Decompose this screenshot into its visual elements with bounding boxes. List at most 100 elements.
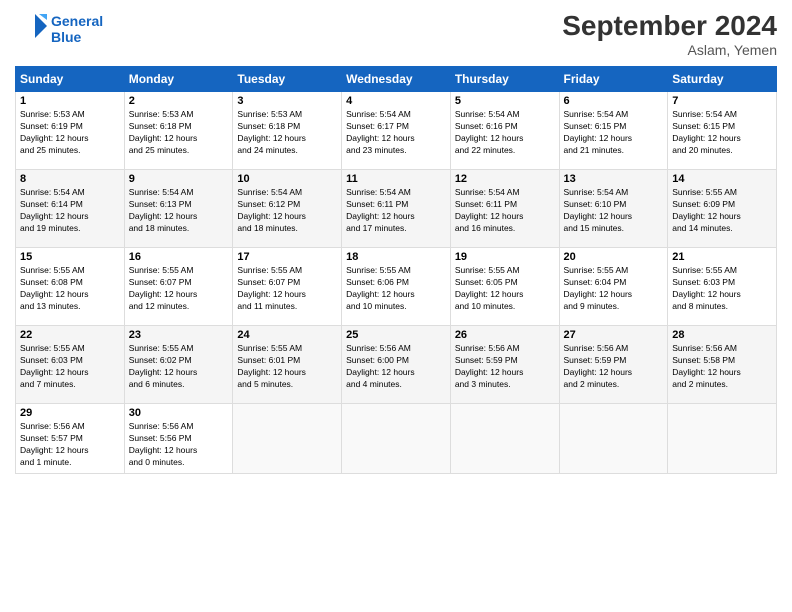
day-number: 25 xyxy=(346,329,446,341)
cell-line: and 0 minutes. xyxy=(129,457,229,469)
cell-line: Daylight: 12 hours xyxy=(129,211,229,223)
calendar-cell: 5 Sunrise: 5:54 AMSunset: 6:16 PMDaylight… xyxy=(450,92,559,170)
cell-content: Sunrise: 5:56 AMSunset: 5:58 PMDaylight:… xyxy=(672,343,772,391)
calendar-cell: 7Sunrise: 5:54 AMSunset: 6:15 PMDaylight… xyxy=(668,92,777,170)
cell-content: Sunrise: 5:56 AMSunset: 5:59 PMDaylight:… xyxy=(564,343,664,391)
calendar-cell: 1Sunrise: 5:53 AMSunset: 6:19 PMDaylight… xyxy=(16,92,125,170)
cell-line: and 2 minutes. xyxy=(564,379,664,391)
cell-content: Sunrise: 5:55 AMSunset: 6:01 PMDaylight:… xyxy=(237,343,337,391)
day-number: 23 xyxy=(129,329,229,341)
cell-line: Sunrise: 5:55 AM xyxy=(20,265,120,277)
cell-line: Sunset: 6:00 PM xyxy=(346,355,446,367)
cell-line: Daylight: 12 hours xyxy=(455,289,555,301)
cell-line: Sunset: 6:04 PM xyxy=(564,277,664,289)
cell-line: Daylight: 12 hours xyxy=(672,211,772,223)
cell-line: Sunrise: 5:55 AM xyxy=(129,343,229,355)
cell-content: Sunrise: 5:56 AMSunset: 5:57 PMDaylight:… xyxy=(20,421,120,469)
cell-line: Sunrise: 5:56 AM xyxy=(346,343,446,355)
cell-line: Daylight: 12 hours xyxy=(129,133,229,145)
cell-line: Sunrise: 5:55 AM xyxy=(455,265,555,277)
cell-line: Daylight: 12 hours xyxy=(564,367,664,379)
cell-line: Sunrise: 5:55 AM xyxy=(672,265,772,277)
cell-line: Daylight: 12 hours xyxy=(20,133,120,145)
cell-content: Sunrise: 5:54 AMSunset: 6:17 PMDaylight:… xyxy=(346,109,446,157)
cell-content: Sunrise: 5:56 AMSunset: 5:59 PMDaylight:… xyxy=(455,343,555,391)
logo-text-line1: General xyxy=(51,13,103,29)
calendar-cell: 13Sunrise: 5:54 AMSunset: 6:10 PMDayligh… xyxy=(559,170,668,248)
cell-line: and 22 minutes. xyxy=(455,145,555,157)
calendar-cell: 20Sunrise: 5:55 AMSunset: 6:04 PMDayligh… xyxy=(559,248,668,326)
cell-line: Sunset: 5:56 PM xyxy=(129,433,229,445)
calendar-cell: 22Sunrise: 5:55 AMSunset: 6:03 PMDayligh… xyxy=(16,326,125,404)
calendar-cell: 19Sunrise: 5:55 AMSunset: 6:05 PMDayligh… xyxy=(450,248,559,326)
cell-line: Sunset: 6:09 PM xyxy=(672,199,772,211)
cell-line: Daylight: 12 hours xyxy=(346,211,446,223)
cell-content: Sunrise: 5:56 AMSunset: 6:00 PMDaylight:… xyxy=(346,343,446,391)
cell-line: Sunrise: 5:53 AM xyxy=(129,109,229,121)
calendar-cell: 8Sunrise: 5:54 AMSunset: 6:14 PMDaylight… xyxy=(16,170,125,248)
cell-line: Daylight: 12 hours xyxy=(237,211,337,223)
cell-line: Daylight: 12 hours xyxy=(20,367,120,379)
cell-line: Sunset: 6:02 PM xyxy=(129,355,229,367)
day-number: 29 xyxy=(20,407,120,419)
cell-line: Sunset: 5:59 PM xyxy=(455,355,555,367)
day-number: 5 xyxy=(455,95,555,107)
cell-line: Sunrise: 5:54 AM xyxy=(455,109,555,121)
day-number: 21 xyxy=(672,251,772,263)
cell-line: Sunrise: 5:54 AM xyxy=(20,187,120,199)
cell-line: Sunset: 6:15 PM xyxy=(564,121,664,133)
cell-line: Daylight: 12 hours xyxy=(455,133,555,145)
cell-line: Sunset: 5:58 PM xyxy=(672,355,772,367)
calendar-cell: 14Sunrise: 5:55 AMSunset: 6:09 PMDayligh… xyxy=(668,170,777,248)
cell-line: and 6 minutes. xyxy=(129,379,229,391)
calendar-cell: 29 Sunrise: 5:56 AMSunset: 5:57 PMDayligh… xyxy=(16,404,125,474)
day-number: 11 xyxy=(346,173,446,185)
cell-content: Sunrise: 5:54 AMSunset: 6:16 PMDaylight:… xyxy=(455,109,555,157)
cell-content: Sunrise: 5:54 AMSunset: 6:12 PMDaylight:… xyxy=(237,187,337,235)
cell-line: and 8 minutes. xyxy=(672,301,772,313)
cell-line: Sunrise: 5:55 AM xyxy=(346,265,446,277)
day-number: 12 xyxy=(455,173,555,185)
cell-line: and 15 minutes. xyxy=(564,223,664,235)
logo-icon xyxy=(15,10,47,42)
cell-line: Sunset: 6:18 PM xyxy=(129,121,229,133)
calendar-week-3: 15Sunrise: 5:55 AMSunset: 6:08 PMDayligh… xyxy=(16,248,777,326)
cell-content: Sunrise: 5:53 AMSunset: 6:18 PMDaylight:… xyxy=(129,109,229,157)
location: Aslam, Yemen xyxy=(562,42,777,58)
day-number: 1 xyxy=(20,95,120,107)
calendar-cell: 25 Sunrise: 5:56 AMSunset: 6:00 PMDayligh… xyxy=(342,326,451,404)
calendar-cell: 9Sunrise: 5:54 AMSunset: 6:13 PMDaylight… xyxy=(124,170,233,248)
calendar-cell: 4Sunrise: 5:54 AMSunset: 6:17 PMDaylight… xyxy=(342,92,451,170)
calendar-cell: 28Sunrise: 5:56 AMSunset: 5:58 PMDayligh… xyxy=(668,326,777,404)
cell-content: Sunrise: 5:56 AMSunset: 5:56 PMDaylight:… xyxy=(129,421,229,469)
cell-line: and 17 minutes. xyxy=(346,223,446,235)
calendar-cell: 2Sunrise: 5:53 AMSunset: 6:18 PMDaylight… xyxy=(124,92,233,170)
cell-line: Sunrise: 5:55 AM xyxy=(237,265,337,277)
cell-content: Sunrise: 5:54 AMSunset: 6:10 PMDaylight:… xyxy=(564,187,664,235)
page-header: General Blue September 2024 Aslam, Yemen xyxy=(15,10,777,58)
cell-line: Sunrise: 5:54 AM xyxy=(564,187,664,199)
calendar-body: 1Sunrise: 5:53 AMSunset: 6:19 PMDaylight… xyxy=(16,92,777,474)
calendar-cell: 11Sunrise: 5:54 AMSunset: 6:11 PMDayligh… xyxy=(342,170,451,248)
cell-line: Sunrise: 5:54 AM xyxy=(455,187,555,199)
cell-line: Sunset: 6:18 PM xyxy=(237,121,337,133)
cell-line: and 13 minutes. xyxy=(20,301,120,313)
day-number: 27 xyxy=(564,329,664,341)
logo-text-line2: Blue xyxy=(51,29,103,45)
cell-line: Sunrise: 5:54 AM xyxy=(346,187,446,199)
cell-line: and 1 minute. xyxy=(20,457,120,469)
day-number: 3 xyxy=(237,95,337,107)
calendar-cell: 30Sunrise: 5:56 AMSunset: 5:56 PMDayligh… xyxy=(124,404,233,474)
cell-line: Daylight: 12 hours xyxy=(346,289,446,301)
calendar-week-5: 29 Sunrise: 5:56 AMSunset: 5:57 PMDayligh… xyxy=(16,404,777,474)
cell-line: Daylight: 12 hours xyxy=(564,133,664,145)
col-tuesday: Tuesday xyxy=(233,67,342,92)
col-friday: Friday xyxy=(559,67,668,92)
cell-line: Sunset: 6:07 PM xyxy=(237,277,337,289)
cell-line: Sunset: 6:12 PM xyxy=(237,199,337,211)
day-number: 10 xyxy=(237,173,337,185)
calendar-week-1: 1Sunrise: 5:53 AMSunset: 6:19 PMDaylight… xyxy=(16,92,777,170)
calendar-cell: 17Sunrise: 5:55 AMSunset: 6:07 PMDayligh… xyxy=(233,248,342,326)
day-number: 9 xyxy=(129,173,229,185)
calendar-header: Sunday Monday Tuesday Wednesday Thursday… xyxy=(16,67,777,92)
